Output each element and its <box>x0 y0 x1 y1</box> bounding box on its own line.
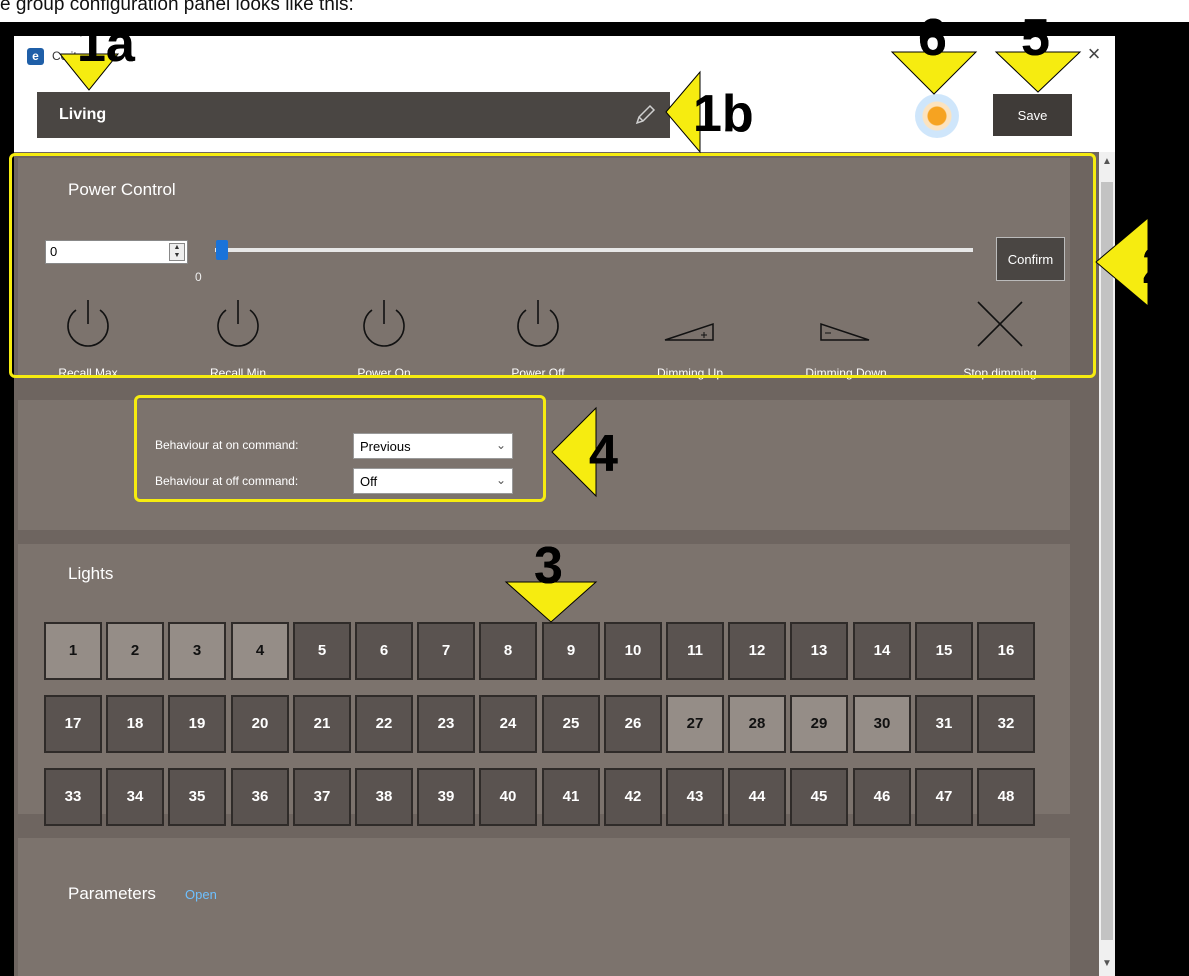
callout-4: 4 <box>589 425 618 483</box>
callout-6: 6 <box>918 9 947 67</box>
callout-2: 2 <box>1142 237 1171 295</box>
callout-arrows <box>58 51 1149 623</box>
callout-3: 3 <box>534 537 563 595</box>
arrow-2-icon <box>1095 216 1149 308</box>
callout-1b: 1b <box>693 85 754 143</box>
callout-5: 5 <box>1021 9 1050 67</box>
callout-1a: 1a <box>77 15 135 73</box>
